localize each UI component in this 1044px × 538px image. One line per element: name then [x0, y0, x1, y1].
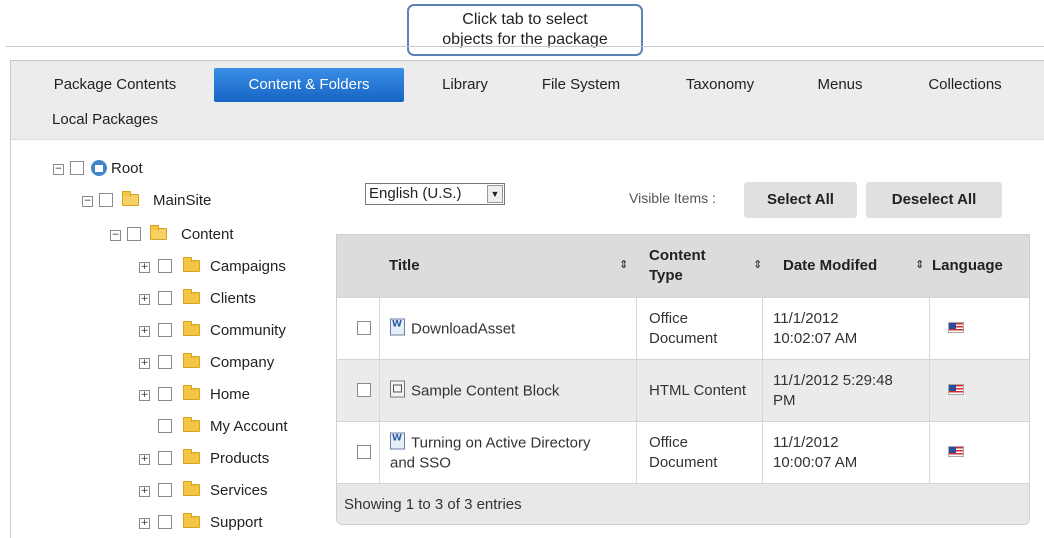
- tree-checkbox[interactable]: [158, 355, 172, 369]
- expand-icon[interactable]: +: [139, 518, 150, 529]
- expand-icon[interactable]: +: [139, 390, 150, 401]
- tree-label: Products: [210, 450, 270, 467]
- row-checkbox[interactable]: [357, 321, 371, 335]
- visible-items-label: Visible Items :: [629, 190, 716, 206]
- sort-icon[interactable]: ⇕: [619, 258, 628, 271]
- tree-label: Clients: [210, 290, 256, 307]
- tree-checkbox[interactable]: [158, 451, 172, 465]
- callout-line-1: Click tab to select: [462, 11, 588, 28]
- tab-local-packages[interactable]: Local Packages: [30, 103, 180, 137]
- tree-checkbox[interactable]: [158, 259, 172, 273]
- word-document-icon: [390, 318, 405, 335]
- column-date-modified[interactable]: Date Modifed ⇕: [783, 235, 933, 297]
- row-checkbox[interactable]: [357, 383, 371, 397]
- expand-icon[interactable]: +: [139, 294, 150, 305]
- collapse-icon[interactable]: −: [82, 196, 93, 207]
- html-content-icon: [390, 380, 405, 397]
- folder-icon: [183, 417, 200, 432]
- callout-line-2: objects for the package: [442, 31, 608, 48]
- tree-label: Root: [111, 160, 143, 177]
- sort-icon[interactable]: ⇕: [753, 258, 762, 271]
- us-flag-icon: [948, 446, 964, 457]
- tree-label: Company: [210, 354, 275, 371]
- tree-label: Home: [210, 386, 251, 403]
- language-value: English (U.S.): [369, 185, 462, 202]
- tab-collections[interactable]: Collections: [905, 68, 1025, 102]
- content-grid: Title ⇕ Content Type ⇕ Date Modifed ⇕ Lan…: [336, 234, 1030, 525]
- tree-checkbox[interactable]: [158, 387, 172, 401]
- tree-label: Support: [210, 514, 263, 531]
- column-language[interactable]: Language: [932, 235, 1029, 297]
- table-row[interactable]: DownloadAsset OfficeDocument 11/1/201210…: [337, 297, 1029, 359]
- tab-file-system[interactable]: File System: [516, 68, 646, 102]
- us-flag-icon: [948, 322, 964, 333]
- deselect-all-button[interactable]: Deselect All: [866, 182, 1002, 218]
- tree-checkbox[interactable]: [158, 323, 172, 337]
- tab-taxonomy[interactable]: Taxonomy: [660, 68, 780, 102]
- tree-label: MainSite: [153, 192, 212, 209]
- tree-checkbox[interactable]: [158, 483, 172, 497]
- tree-label: Campaigns: [210, 258, 286, 275]
- word-document-icon: [390, 432, 405, 449]
- tree-checkbox[interactable]: [158, 419, 172, 433]
- collapse-icon[interactable]: −: [110, 230, 121, 241]
- home-icon: [91, 160, 107, 176]
- tree-checkbox[interactable]: [70, 161, 84, 175]
- instruction-callout: Click tab to select objects for the pack…: [407, 4, 643, 56]
- expand-icon[interactable]: +: [139, 454, 150, 465]
- folder-icon: [183, 321, 200, 336]
- select-all-button[interactable]: Select All: [744, 182, 857, 218]
- us-flag-icon: [948, 384, 964, 395]
- tree-checkbox[interactable]: [158, 515, 172, 529]
- tree-checkbox[interactable]: [158, 291, 172, 305]
- tab-menus[interactable]: Menus: [795, 68, 885, 102]
- collapse-icon[interactable]: −: [53, 164, 64, 175]
- tab-library[interactable]: Library: [420, 68, 510, 102]
- chevron-down-icon[interactable]: ▼: [487, 185, 503, 203]
- folder-icon: [183, 513, 200, 528]
- column-content-type[interactable]: Content Type ⇕: [649, 235, 774, 297]
- tab-package-contents[interactable]: Package Contents: [30, 68, 200, 102]
- expand-icon[interactable]: +: [139, 358, 150, 369]
- tree-label: Services: [210, 482, 268, 499]
- row-checkbox[interactable]: [357, 445, 371, 459]
- divider: [6, 46, 1044, 47]
- folder-icon: [183, 481, 200, 496]
- folder-icon: [183, 449, 200, 464]
- folder-icon: [183, 257, 200, 272]
- folder-icon: [183, 289, 200, 304]
- tree-checkbox[interactable]: [127, 227, 141, 241]
- tree-checkbox[interactable]: [99, 193, 113, 207]
- column-title[interactable]: Title ⇕: [389, 235, 639, 297]
- grid-footer: Showing 1 to 3 of 3 entries: [337, 483, 1029, 524]
- expand-icon[interactable]: +: [139, 486, 150, 497]
- sort-icon[interactable]: ⇕: [915, 258, 924, 271]
- folder-icon: [183, 353, 200, 368]
- grid-header: Title ⇕ Content Type ⇕ Date Modifed ⇕ Lan…: [337, 235, 1029, 297]
- expand-icon[interactable]: +: [139, 326, 150, 337]
- tree-label: Content: [181, 226, 234, 243]
- tree-label: Community: [210, 322, 286, 339]
- folder-open-icon: [122, 191, 139, 206]
- language-select[interactable]: English (U.S.) ▼: [365, 183, 505, 205]
- folder-icon: [183, 385, 200, 400]
- tree-label: My Account: [210, 418, 288, 435]
- tab-content-folders[interactable]: Content & Folders: [214, 68, 404, 102]
- folder-open-icon: [150, 225, 167, 240]
- table-row[interactable]: Sample Content Block HTML Content 11/1/2…: [337, 359, 1029, 421]
- expand-icon[interactable]: +: [139, 262, 150, 273]
- table-row[interactable]: Turning on Active Directoryand SSO Offic…: [337, 421, 1029, 483]
